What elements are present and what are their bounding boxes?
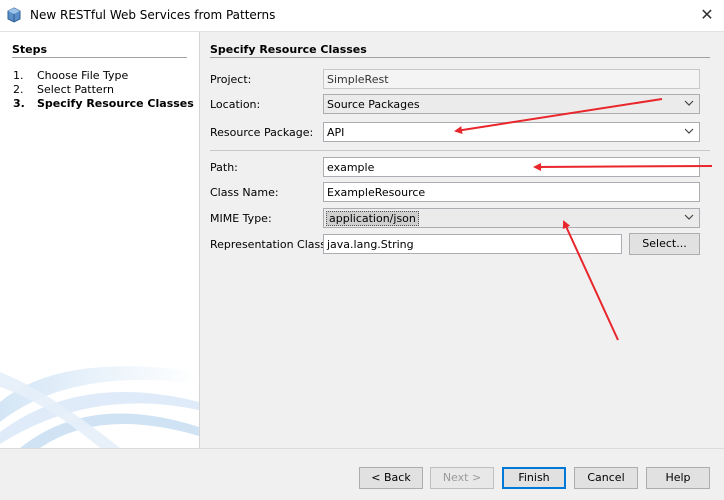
step-number: 2.	[13, 83, 24, 96]
select-class-button[interactable]: Select...	[629, 233, 700, 255]
chevron-down-icon	[684, 100, 694, 106]
chevron-down-icon	[684, 128, 694, 134]
project-field: SimpleRest	[323, 69, 700, 89]
step-item-3: 3. Specify Resource Classes	[13, 97, 194, 111]
step-label: Choose File Type	[37, 69, 129, 82]
project-label: Project:	[210, 73, 252, 86]
step-number: 3.	[13, 97, 25, 110]
panel-divider	[199, 32, 200, 448]
next-button[interactable]: Next >	[430, 467, 494, 489]
location-label: Location:	[210, 98, 261, 111]
decorative-swoosh-graphic	[0, 366, 199, 448]
step-label: Specify Resource Classes	[37, 97, 194, 110]
page-title: Specify Resource Classes	[210, 43, 367, 56]
path-label: Path:	[210, 161, 238, 174]
representation-class-input[interactable]: java.lang.String	[323, 234, 622, 254]
steps-panel: Steps 1. Choose File Type 2. Select Patter…	[0, 32, 199, 448]
mime-type-select[interactable]: application/json	[323, 208, 700, 228]
location-select[interactable]: Source Packages	[323, 94, 700, 114]
help-button[interactable]: Help	[646, 467, 710, 489]
heading-divider	[210, 57, 710, 58]
mime-type-label: MIME Type:	[210, 212, 272, 225]
window-title: New RESTful Web Services from Patterns	[30, 8, 276, 22]
section-separator	[210, 150, 710, 151]
resource-package-select[interactable]: API	[323, 122, 700, 142]
footer-divider	[0, 448, 724, 449]
mime-type-value: application/json	[326, 211, 419, 226]
close-icon[interactable]: ✕	[696, 4, 718, 26]
resource-package-value: API	[327, 126, 345, 139]
representation-class-label: Representation Class:	[210, 238, 330, 251]
finish-button[interactable]: Finish	[502, 467, 566, 489]
step-item-2: 2. Select Pattern	[13, 83, 194, 97]
steps-divider	[12, 57, 187, 58]
location-value: Source Packages	[327, 98, 420, 111]
steps-heading: Steps	[12, 43, 48, 56]
chevron-down-icon	[684, 214, 694, 220]
step-item-1: 1. Choose File Type	[13, 69, 194, 83]
cancel-button[interactable]: Cancel	[574, 467, 638, 489]
path-input[interactable]: example	[323, 157, 700, 177]
class-name-input[interactable]: ExampleResource	[323, 182, 700, 202]
step-number: 1.	[13, 69, 24, 82]
title-bar: New RESTful Web Services from Patterns ✕	[0, 0, 724, 32]
app-icon	[7, 7, 21, 23]
class-name-label: Class Name:	[210, 186, 279, 199]
step-label: Select Pattern	[37, 83, 115, 96]
resource-package-label: Resource Package:	[210, 126, 314, 139]
back-button[interactable]: < Back	[359, 467, 423, 489]
steps-list: 1. Choose File Type 2. Select Pattern 3. Sp…	[13, 69, 194, 111]
